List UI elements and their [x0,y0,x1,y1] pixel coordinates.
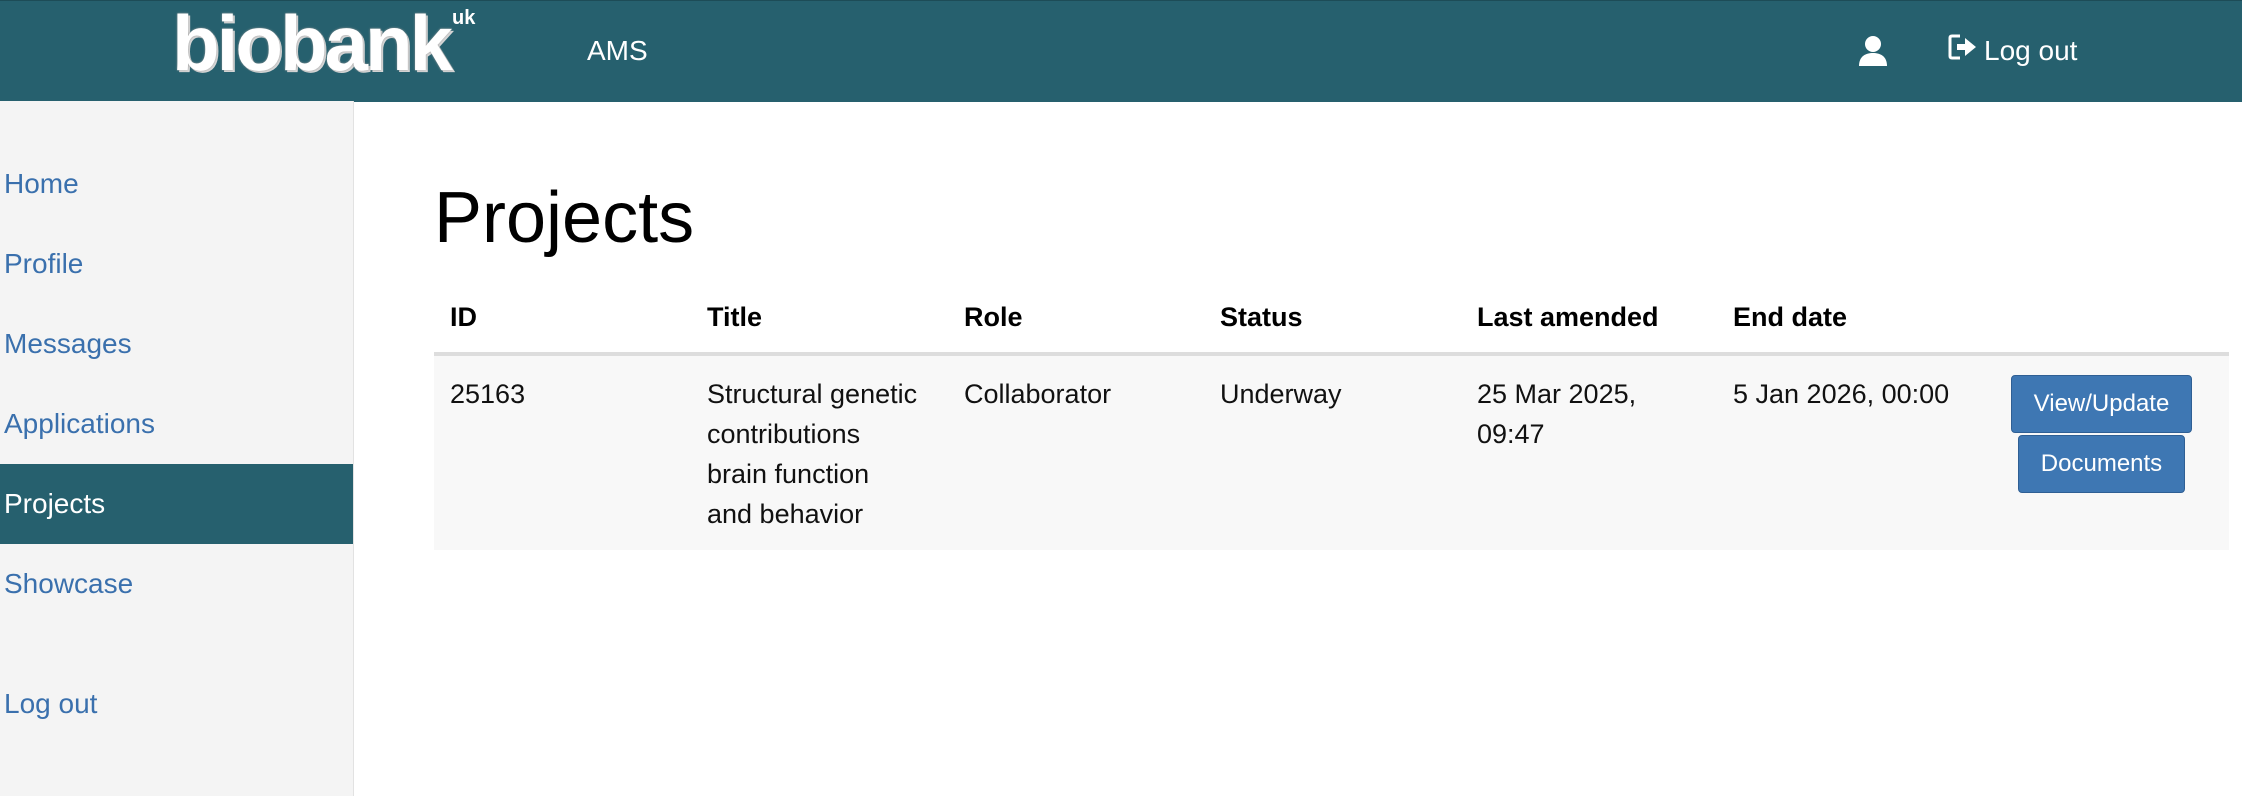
logo-superscript: uk [452,7,476,29]
sidebar: Home Profile Messages Applications Proje… [0,101,354,796]
project-last-amended: 25 Mar 2025, 09:47 [1477,374,1636,454]
column-header-role: Role [964,302,1023,332]
sidebar-item-home[interactable]: Home [0,144,353,224]
project-id: 25163 [450,379,526,409]
biobank-logo[interactable]: biobank uk [172,0,476,87]
app-name[interactable]: AMS [587,35,648,67]
sidebar-item-logout[interactable]: Log out [0,664,353,744]
sidebar-item-messages[interactable]: Messages [0,304,353,384]
sidebar-item-showcase[interactable]: Showcase [0,544,353,624]
project-title: Structural genetic contributions brain f… [707,374,917,534]
project-title-line: contributions [707,419,861,449]
top-navbar: biobank uk AMS Log out [0,0,2242,102]
table-row: 25163 Structural genetic contributions b… [434,356,2229,550]
logout-icon [1948,33,1984,68]
column-header-last-amended: Last amended [1477,302,1659,332]
column-header-status: Status [1220,302,1303,332]
projects-table: ID Title Role Status Last amended End da… [434,290,2229,550]
last-amended-line: 25 Mar 2025, [1477,379,1637,409]
project-title-line: brain function [707,459,870,489]
logo-text: biobank [172,0,453,87]
logout-label: Log out [1984,34,2078,66]
column-header-end-date: End date [1733,302,1848,332]
project-role: Collaborator [964,379,1112,409]
sidebar-item-projects[interactable]: Projects [0,464,353,544]
logout-link[interactable]: Log out [1948,33,2077,68]
column-header-title: Title [707,302,763,332]
column-header-id: ID [450,302,477,332]
last-amended-line: 09:47 [1477,419,1545,449]
table-header: ID Title Role Status Last amended End da… [434,290,2229,356]
project-title-line: and behavior [707,499,864,529]
page-title: Projects [434,178,695,258]
sidebar-item-applications[interactable]: Applications [0,384,353,464]
project-end-date: 5 Jan 2026, 00:00 [1733,379,1950,409]
user-icon[interactable] [1858,35,1888,67]
project-status: Underway [1220,379,1342,409]
documents-button[interactable]: Documents [2018,435,2185,493]
sidebar-item-profile[interactable]: Profile [0,224,353,304]
view-update-button[interactable]: View/Update [2011,375,2192,433]
project-title-line: Structural genetic [707,379,918,409]
